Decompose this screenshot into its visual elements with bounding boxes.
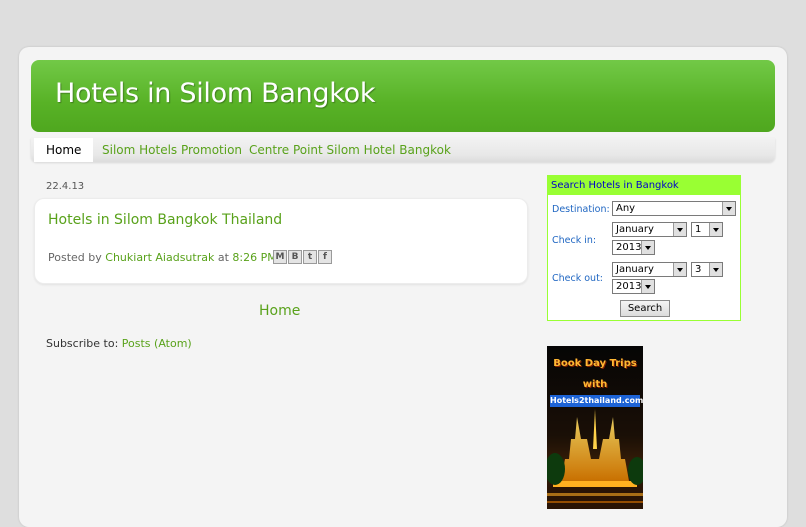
post-card: Hotels in Silom Bangkok Thailand Posted …: [34, 198, 528, 284]
email-icon[interactable]: M: [273, 250, 287, 264]
chevron-down-icon: [722, 202, 735, 215]
checkin-month-select[interactable]: January: [612, 222, 687, 237]
destination-value: Any: [616, 203, 636, 214]
home-link[interactable]: Home: [259, 303, 300, 319]
checkin-label: Check in:: [552, 235, 597, 246]
post-date: 22.4.13: [46, 181, 85, 192]
destination-label: Destination:: [552, 204, 610, 215]
posts-atom-link[interactable]: Posts (Atom): [122, 337, 192, 350]
chevron-down-icon: [641, 241, 654, 254]
checkin-year-value: 2013: [616, 242, 642, 253]
at-label: at: [217, 251, 229, 264]
checkin-month-value: January: [616, 224, 654, 235]
checkout-label: Check out:: [552, 273, 604, 284]
page-tabs: Home Silom Hotels Promotion Centre Point…: [31, 138, 775, 162]
tab-silom-hotels-promotion[interactable]: Silom Hotels Promotion: [102, 138, 242, 162]
chevron-down-icon: [673, 263, 686, 276]
tab-home[interactable]: Home: [34, 138, 94, 162]
share-buttons: M B t f: [273, 250, 332, 264]
banner-headline: Book Day Trips: [553, 358, 637, 369]
tab-centre-point-silom[interactable]: Centre Point Silom Hotel Bangkok: [249, 138, 451, 162]
blog-title[interactable]: Hotels in Silom Bangkok: [55, 78, 375, 109]
chevron-down-icon: [673, 223, 686, 236]
checkin-year-select[interactable]: 2013: [612, 240, 655, 255]
destination-select[interactable]: Any: [612, 201, 736, 216]
twitter-icon[interactable]: t: [303, 250, 317, 264]
subscribe-line: Subscribe to: Posts (Atom): [46, 337, 192, 350]
temple-illustration: [547, 409, 643, 509]
post-title[interactable]: Hotels in Silom Bangkok Thailand: [48, 212, 282, 228]
checkin-day-select[interactable]: 1: [691, 222, 723, 237]
checkout-day-select[interactable]: 3: [691, 262, 723, 277]
checkin-day-value: 1: [695, 224, 702, 235]
chevron-down-icon: [709, 223, 722, 236]
post-time-link[interactable]: 8:26 PM: [232, 251, 276, 264]
checkout-day-value: 3: [695, 264, 702, 275]
chevron-down-icon: [709, 263, 722, 276]
blogger-icon[interactable]: B: [288, 250, 302, 264]
banner-site: Hotels2thailand.com: [550, 395, 643, 407]
checkout-month-value: January: [616, 264, 654, 275]
posted-by-label: Posted by: [48, 251, 102, 264]
hotel-search-widget: Search Hotels in Bangkok Destination: An…: [547, 175, 741, 321]
checkout-year-select[interactable]: 2013: [612, 279, 655, 294]
facebook-icon[interactable]: f: [318, 250, 332, 264]
blog-header: Hotels in Silom Bangkok: [31, 60, 775, 132]
checkout-month-select[interactable]: January: [612, 262, 687, 277]
chevron-down-icon: [641, 280, 654, 293]
widget-title: Search Hotels in Bangkok: [548, 176, 740, 195]
search-button[interactable]: Search: [620, 300, 670, 317]
checkout-year-value: 2013: [616, 281, 642, 292]
post-author-link[interactable]: Chukiart Aiadsutrak: [105, 251, 214, 264]
subscribe-label: Subscribe to:: [46, 337, 119, 350]
day-trips-banner[interactable]: Book Day Trips with Hotels2thailand.com: [547, 346, 643, 509]
banner-with: with: [582, 379, 608, 390]
post-footer: Posted by Chukiart Aiadsutrak at 8:26 PM: [48, 251, 277, 264]
